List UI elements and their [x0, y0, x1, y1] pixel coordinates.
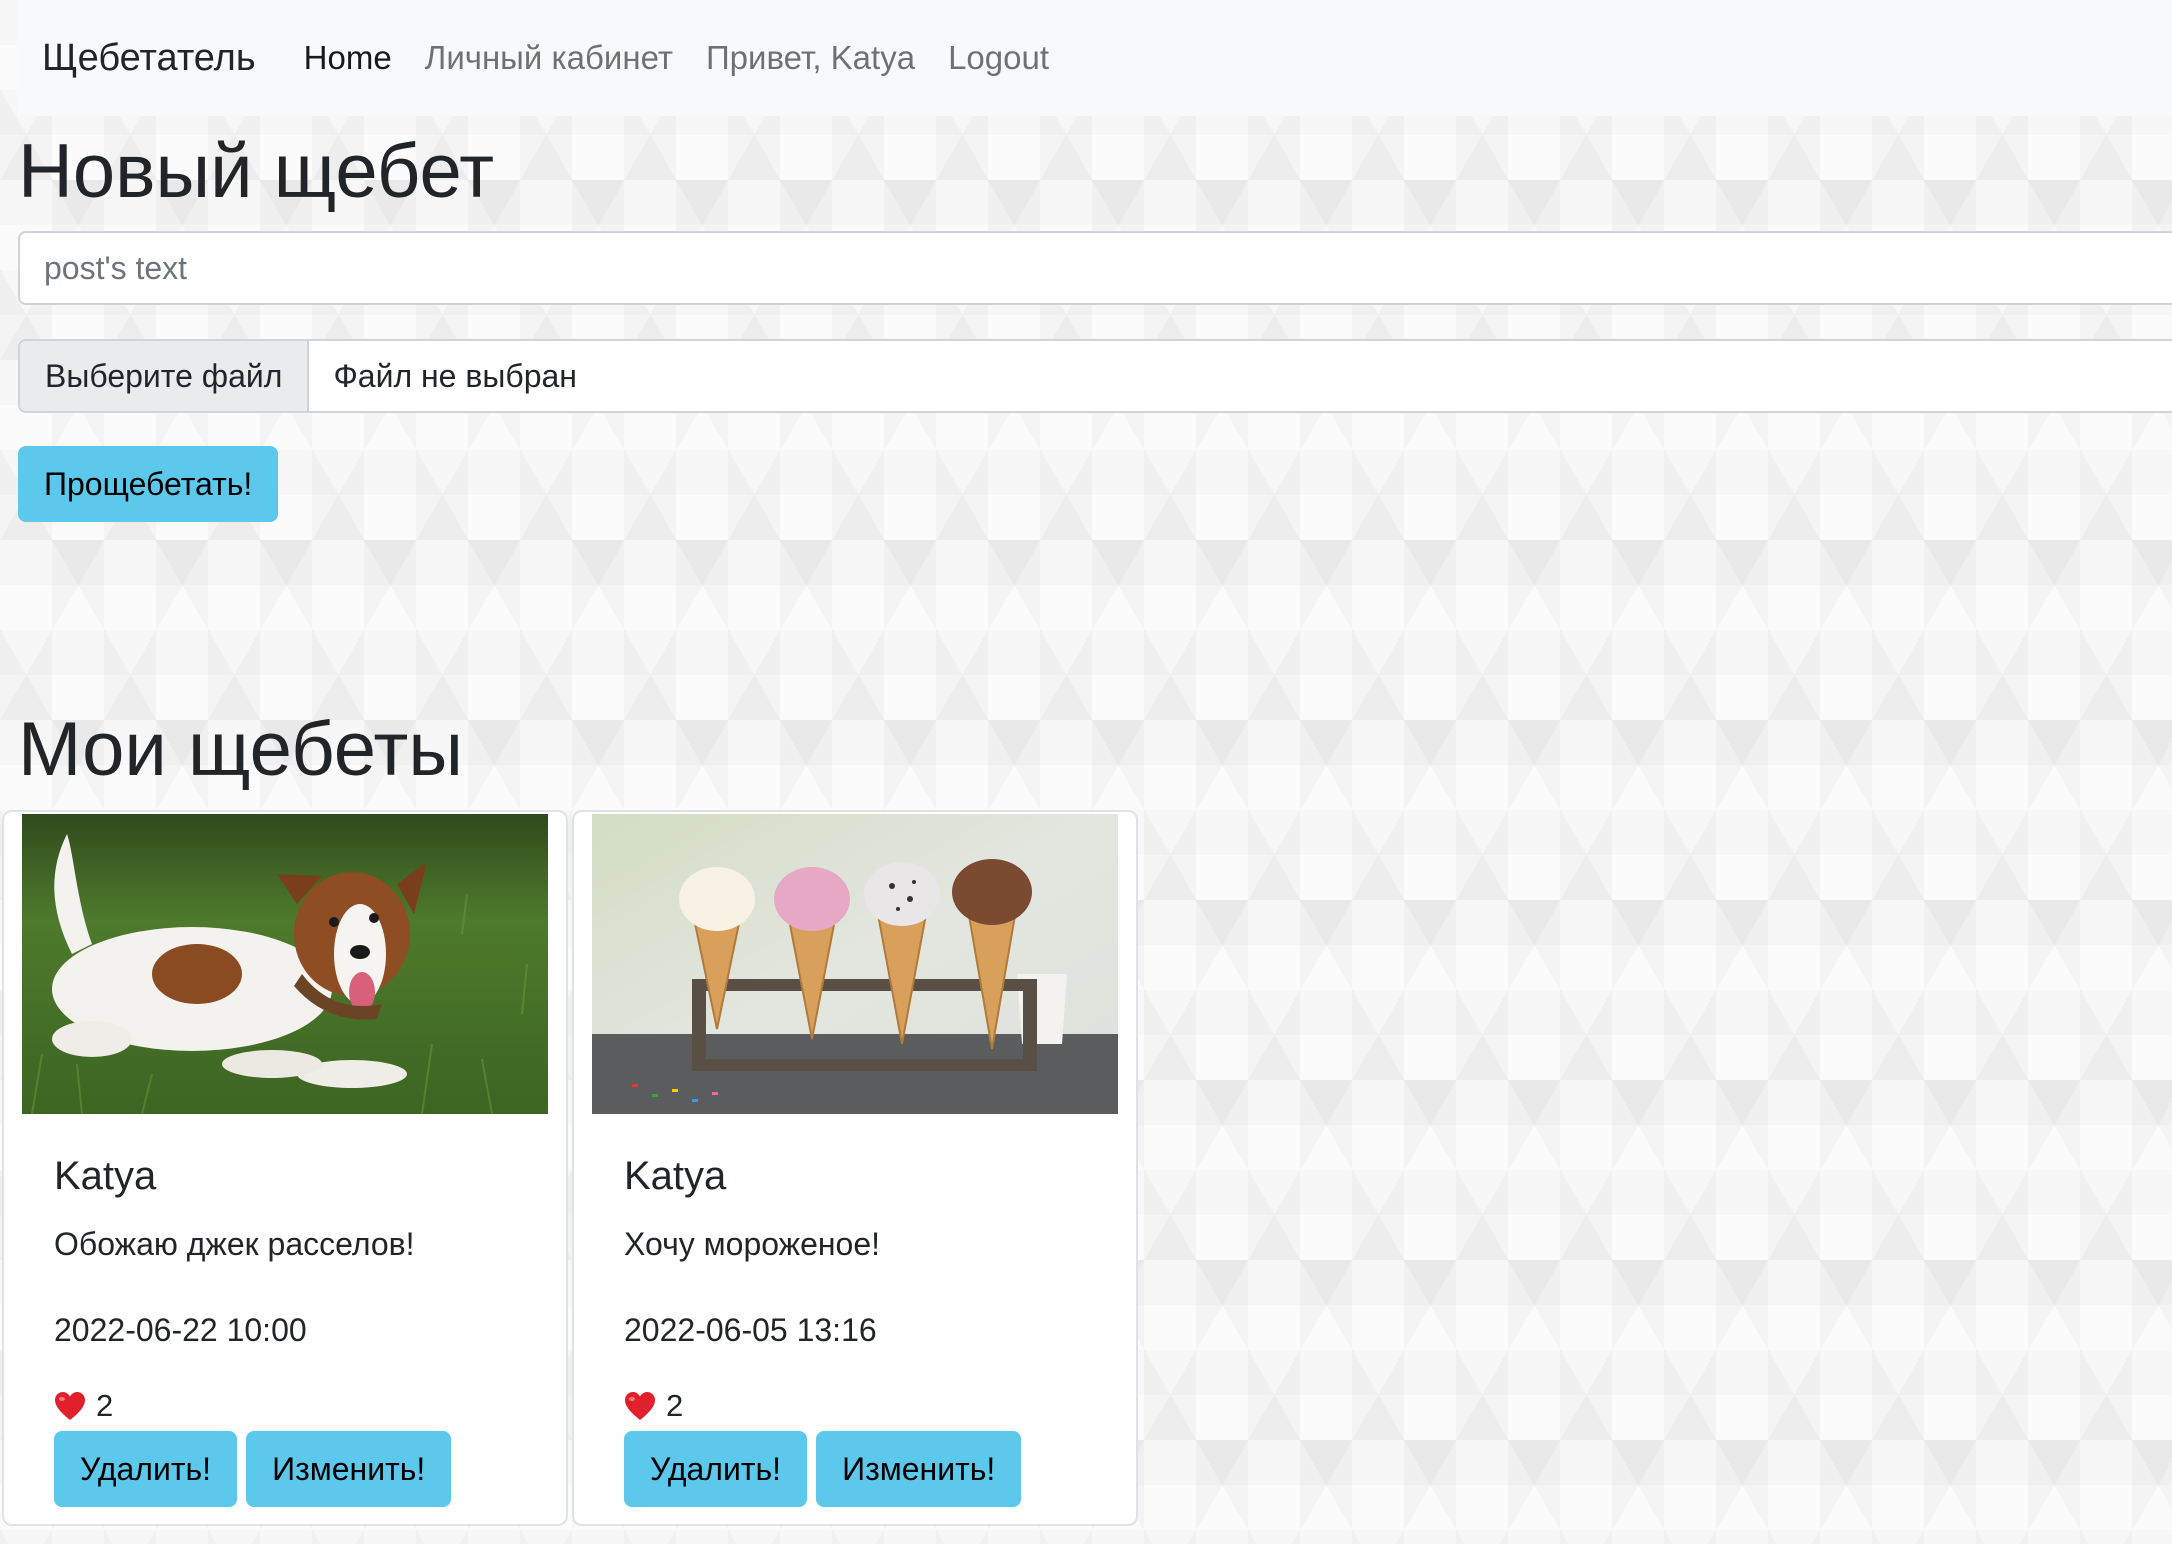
heart-icon[interactable]	[624, 1391, 656, 1421]
card-body: Katya Обожаю джек расселов! 2022-06-22 1…	[54, 1152, 546, 1507]
heart-icon[interactable]	[54, 1391, 86, 1421]
navbar-brand[interactable]: Щебетатель	[42, 37, 256, 80]
post-date: 2022-06-22 10:00	[54, 1312, 307, 1348]
file-input[interactable]: Выберите файл Файл не выбран	[18, 339, 2172, 413]
ice-cream-photo	[592, 814, 1118, 1114]
card-actions: Удалить! Изменить!	[624, 1431, 1116, 1507]
card-actions: Удалить! Изменить!	[54, 1431, 546, 1507]
submit-post-button[interactable]: Прощебетать!	[18, 446, 279, 522]
nav-link-profile[interactable]: Личный кабинет	[425, 39, 673, 77]
likes[interactable]: 2	[624, 1390, 1116, 1421]
new-post-heading: Новый щебет	[18, 129, 495, 214]
delete-button[interactable]: Удалить!	[624, 1431, 808, 1507]
post-text: Обожаю джек расселов!	[54, 1226, 415, 1262]
edit-button[interactable]: Изменить!	[246, 1431, 452, 1507]
post-card: Katya Хочу мороженое! 2022-06-05 13:16 2…	[572, 810, 1138, 1526]
nav-link-home[interactable]: Home	[304, 39, 392, 77]
post-author: Katya	[54, 1154, 157, 1198]
delete-button[interactable]: Удалить!	[54, 1431, 238, 1507]
card-body: Katya Хочу мороженое! 2022-06-05 13:16 2…	[624, 1152, 1116, 1507]
post-author: Katya	[624, 1154, 727, 1198]
my-posts-heading: Мои щебеты	[18, 707, 463, 792]
likes-count: 2	[666, 1388, 684, 1423]
nav-greeting[interactable]: Привет, Katya	[706, 39, 915, 77]
file-status: Файл не выбран	[333, 357, 577, 394]
navbar: Щебетатель Home Личный кабинет Привет, K…	[17, 0, 2172, 116]
post-text-input[interactable]	[18, 231, 2172, 305]
choose-file-button[interactable]: Выберите файл	[20, 341, 310, 411]
post-text: Хочу мороженое!	[624, 1226, 881, 1262]
likes[interactable]: 2	[54, 1390, 546, 1421]
edit-button[interactable]: Изменить!	[816, 1431, 1022, 1507]
nav-link-logout[interactable]: Logout	[948, 39, 1049, 77]
dog-photo	[22, 814, 548, 1114]
post-card: Katya Обожаю джек расселов! 2022-06-22 1…	[2, 810, 568, 1526]
likes-count: 2	[96, 1388, 114, 1423]
post-date: 2022-06-05 13:16	[624, 1312, 877, 1348]
